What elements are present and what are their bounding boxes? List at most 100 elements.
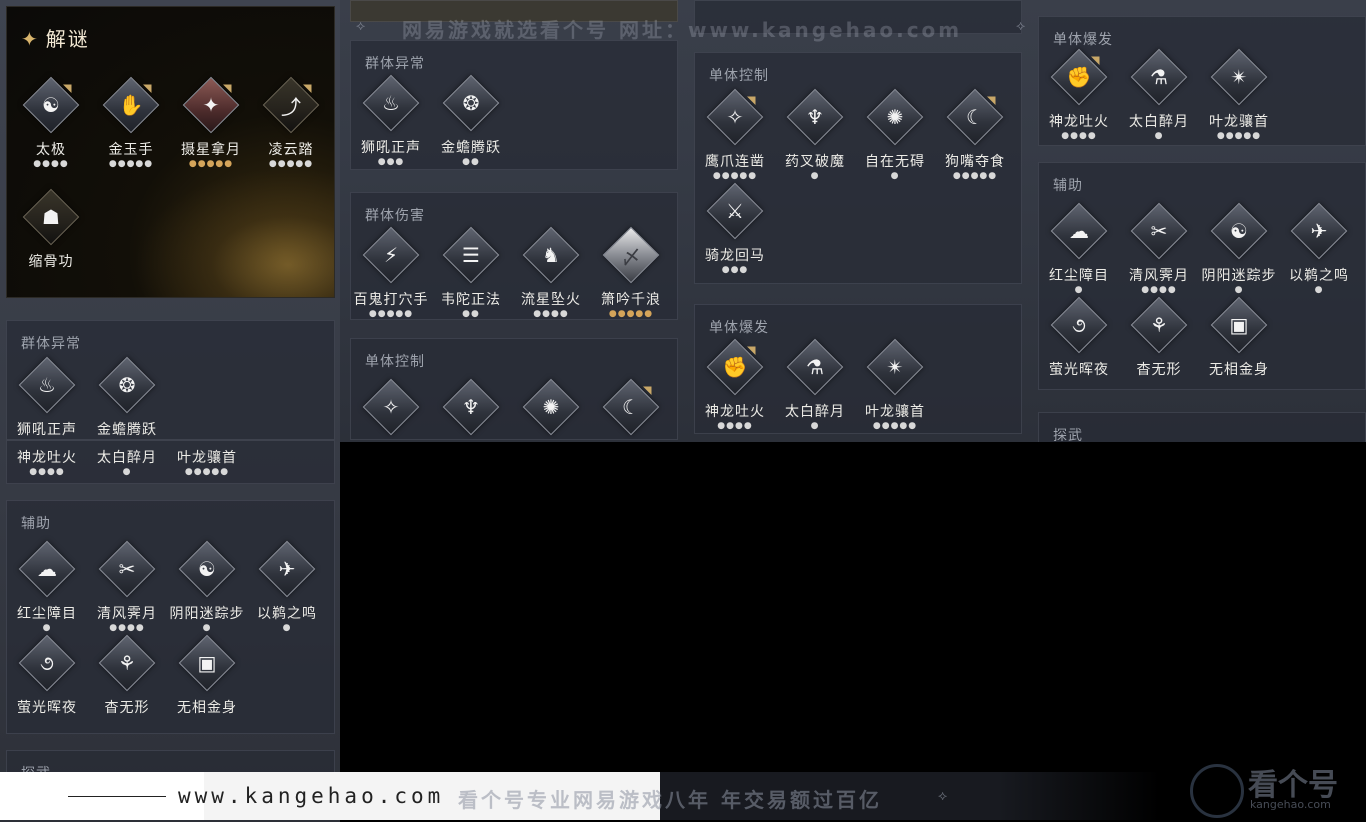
skill-yingguanghuiye[interactable]: ૭ 萤光晖夜 (7, 634, 87, 717)
ornament-icon: ⟡ (938, 788, 948, 804)
roar-icon: ♨ (382, 91, 400, 115)
skill-level-dots: ●● (462, 157, 480, 167)
skill-shenlongtuhuo[interactable]: 神龙吐火 ●●●● (7, 447, 87, 477)
skill-yinyangmizongbu[interactable]: ☯ 阴阳迷踪步 ● (1199, 202, 1279, 295)
skill-yitizhiming[interactable]: ✈ 以鹈之鸣 ● (1279, 202, 1359, 295)
skill-jinyushou[interactable]: ✋ 金玉手 ●●●●● (91, 76, 171, 169)
panel-title: 单体控制 (709, 68, 769, 84)
skill-level-dots: ● (890, 171, 900, 181)
panel-group-abnormal: 群体异常 ♨ 狮吼正声 ●●● ❂ 金蟾腾跃 ●● (6, 320, 335, 440)
skill-yelongxiangshou[interactable]: ✴ 叶龙骧首 ●●●●● (1199, 48, 1279, 141)
skill-yelongxiangshou[interactable]: ✴ 叶龙骧首 ●●●●● (855, 338, 935, 431)
skill-name: 以鹈之鸣 (257, 606, 317, 622)
skill-taibaizuiyue[interactable]: 太白醉月 ● (87, 447, 167, 477)
skill-yinyangmizongbu[interactable]: ☯ 阴阳迷踪步 ● (167, 540, 247, 633)
claw-icon: ✧ (382, 395, 400, 419)
skill-name: 骑龙回马 (705, 248, 765, 264)
site-url[interactable]: www.kangehao.com (178, 784, 444, 808)
trident-icon: ♆ (462, 395, 480, 419)
skill-name: 流星坠火 (521, 292, 581, 308)
left-column: ✦ 解谜 ☯ 太极 ●●●● ✋ 金玉手 ●●●●● ✦ 摄星拿月 ●●●●● ⤴… (0, 0, 340, 822)
skill-name: 凌云踏 (268, 142, 314, 158)
skill-level-dots: ●●●●● (608, 309, 654, 319)
skill-taibaizuiyue[interactable]: ⚗ 太白醉月 ● (775, 338, 855, 431)
shield-icon: ▣ (197, 651, 217, 675)
skill-wuxiangjinshen[interactable]: ▣ 无相金身 (167, 634, 247, 717)
skill-level-dots: ●●●●● (268, 159, 314, 169)
skill-qilonghuima[interactable]: ⚔ 骑龙回马 ●●● (695, 182, 775, 275)
skill-lingyunta[interactable]: ⤴ 凌云踏 ●●●●● (251, 76, 331, 169)
figure-icon: ⚘ (118, 651, 136, 675)
skill-jinchantengyue[interactable]: ❂ 金蟾腾跃 ●● (431, 74, 511, 167)
skill-yaochapomo[interactable]: ♆ 药叉破魔 ● (775, 88, 855, 181)
skill-level-dots: ●●● (721, 265, 749, 275)
skill-shexingnayue[interactable]: ✦ 摄星拿月 ●●●●● (171, 76, 251, 169)
skill-level-dots: ● (42, 623, 52, 633)
panel-title: 群体异常 (365, 56, 425, 72)
skill-level-dots: ●●●● (717, 421, 753, 431)
skill-yaochapomo[interactable]: ♆ (431, 378, 511, 436)
footer-slogan: 看个号专业网易游戏八年 年交易额过百亿 (458, 788, 882, 812)
skill-yingzhaolianzao[interactable]: ✧ (351, 378, 431, 436)
column-2: 群体异常 ♨ 狮吼正声 ●●● ❂ 金蟾腾跃 ●● 群体伤害 ⚡ 百鬼打穴手 ●… (340, 0, 684, 442)
skill-gouzuiduoshi[interactable]: ☾ (591, 378, 671, 436)
skill-level-dots: ● (1074, 285, 1084, 295)
skill-gouzuiduoshi[interactable]: ☾ 狗嘴夺食 ●●●●● (935, 88, 1015, 181)
watermark-text: 网易游戏就选看个号 网址：www.kangehao.com (402, 18, 963, 42)
skill-yaowuxing[interactable]: ⚘ 杳无形 (87, 634, 167, 717)
skill-xiaoyinqianlang[interactable]: 〆 箫吟千浪 ●●●●● (591, 226, 671, 319)
panel-explore-partial: 探武 (1038, 412, 1366, 442)
skill-weituozhengfa[interactable]: ☰ 韦陀正法 ●● (431, 226, 511, 319)
skill-level-dots: ● (1314, 285, 1324, 295)
skill-taibaizuiyue[interactable]: ⚗ 太白醉月 ● (1119, 48, 1199, 141)
toad-icon: ❂ (118, 373, 136, 397)
skill-name: 清风霁月 (1129, 268, 1189, 284)
skill-qingfengjiyue[interactable]: ✂ 清风霁月 ●●●● (87, 540, 167, 633)
skill-name: 太白醉月 (1129, 114, 1189, 130)
skill-yelongxiangshou[interactable]: 叶龙骧首 ●●●●● (167, 447, 247, 477)
puzzle-panel: ✦ 解谜 ☯ 太极 ●●●● ✋ 金玉手 ●●●●● ✦ 摄星拿月 ●●●●● ⤴… (6, 6, 335, 298)
skill-yitizhiming[interactable]: ✈ 以鹈之鸣 ● (247, 540, 327, 633)
skill-zizaiwuai[interactable]: ✺ (511, 378, 591, 436)
skill-shihouzhengsheng[interactable]: ♨ 狮吼正声 ●●● (7, 356, 87, 439)
skill-level-dots: ●●● (377, 157, 405, 167)
skill-name: 鹰爪连凿 (705, 154, 765, 170)
swirl-icon: ૭ (40, 651, 54, 675)
yinyang-icon: ☯ (1230, 219, 1248, 243)
skill-level-dots: ●● (462, 309, 480, 319)
skill-liuxingzhuihuo[interactable]: ♞ 流星坠火 ●●●● (511, 226, 591, 319)
skill-yingzhaolianzao[interactable]: ✧ 鹰爪连凿 ●●●●● (695, 88, 775, 181)
skill-baiguidaxueshou[interactable]: ⚡ 百鬼打穴手 ●●●●● (351, 226, 431, 319)
skill-shenlongtuhuo[interactable]: ✊ 神龙吐火 ●●●● (1039, 48, 1119, 141)
skill-qingfengjiyue[interactable]: ✂ 清风霁月 ●●●● (1119, 202, 1199, 295)
panel-assist: 辅助 ☁ 红尘障目 ● ✂ 清风霁月 ●●●● ☯ 阴阳迷踪步 ● ✈ 以鹈之鸣… (1038, 162, 1366, 390)
skill-hongchenzhangmu[interactable]: ☁ 红尘障目 ● (1039, 202, 1119, 295)
skill-wuxiangjinshen[interactable]: ▣ 无相金身 (1199, 296, 1279, 379)
cloud-icon: ☁ (1069, 219, 1089, 243)
toad-icon: ❂ (462, 91, 480, 115)
body-icon: ☗ (42, 205, 60, 229)
scissors-icon: ✂ (118, 557, 136, 581)
skill-yaowuxing[interactable]: ⚘ 杳无形 (1119, 296, 1199, 379)
skill-name: 无相金身 (1209, 362, 1269, 378)
skill-hongchenzhangmu[interactable]: ☁ 红尘障目 ● (7, 540, 87, 633)
column-4: 单体爆发 ✊ 神龙吐火 ●●●● ⚗ 太白醉月 ● ✴ 叶龙骧首 ●●●●● 辅… (1028, 0, 1366, 442)
lightning-icon: ⚡ (383, 243, 399, 267)
skill-shihouzhengsheng[interactable]: ♨ 狮吼正声 ●●● (351, 74, 431, 167)
skill-yingguanghuiye[interactable]: ૭ 萤光晖夜 (1039, 296, 1119, 379)
skill-shenlongtuhuo[interactable]: ✊ 神龙吐火 ●●●● (695, 338, 775, 431)
burst-icon: ✴ (1230, 65, 1248, 89)
skill-name: 红尘障目 (1049, 268, 1109, 284)
skill-taiji[interactable]: ☯ 太极 ●●●● (11, 76, 91, 169)
skill-name: 叶龙骧首 (1209, 114, 1269, 130)
spin-icon: ✺ (886, 105, 904, 129)
skill-zizaiwuai[interactable]: ✺ 自在无碍 ● (855, 88, 935, 181)
skill-level-dots: ● (122, 467, 132, 477)
skill-suogugong[interactable]: ☗ 缩骨功 (11, 188, 91, 271)
skill-name: 缩骨功 (28, 254, 74, 270)
wine-icon: ⚗ (1150, 65, 1168, 89)
skill-level-dots: ● (810, 171, 820, 181)
skill-level-dots: ●●●●● (188, 159, 234, 169)
skill-jinchantengyue[interactable]: ❂ 金蟾腾跃 ●● (87, 356, 167, 439)
puzzle-title-text: 解谜 (45, 27, 90, 51)
